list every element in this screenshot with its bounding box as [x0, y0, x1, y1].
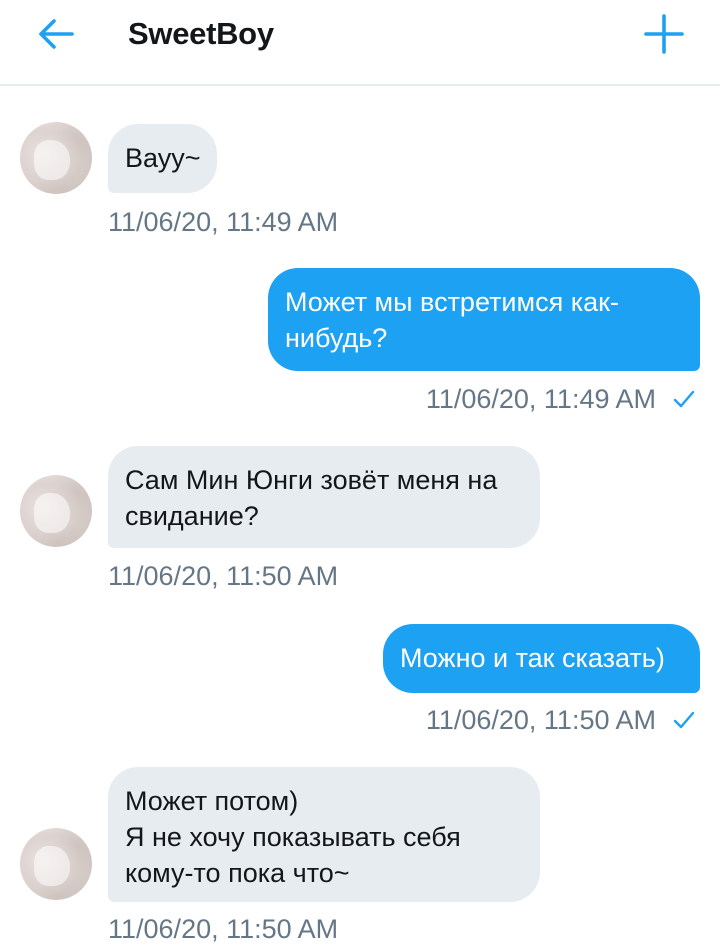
back-arrow-icon[interactable] — [34, 12, 78, 56]
message-timestamp: 11/06/20, 11:49 AM — [425, 384, 656, 414]
message-timestamp: 11/06/20, 11:50 AM — [108, 561, 339, 591]
message-bubble-incoming[interactable]: Сам Мин Юнги зовёт меня на свидание? — [108, 446, 540, 548]
conversation-header: SweetBoy — [0, 0, 720, 86]
message-bubble-outgoing[interactable]: Может мы встретимся как- нибудь? — [268, 268, 700, 371]
read-checkmark-icon — [673, 711, 695, 729]
read-checkmark-icon — [673, 390, 695, 408]
message-bubble-incoming[interactable]: Может потом) Я не хочу показывать себя к… — [108, 767, 540, 902]
contact-avatar[interactable] — [20, 475, 92, 547]
contact-avatar[interactable] — [20, 122, 92, 194]
plus-icon[interactable] — [640, 10, 688, 58]
message-bubble-outgoing[interactable]: Можно и так сказать) — [383, 624, 700, 693]
message-bubble-incoming[interactable]: Вауу~ — [108, 124, 217, 193]
message-timestamp: 11/06/20, 11:50 AM — [425, 705, 656, 735]
message-timestamp: 11/06/20, 11:49 AM — [108, 207, 339, 237]
message-timestamp: 11/06/20, 11:50 AM — [108, 914, 339, 944]
conversation-title[interactable]: SweetBoy — [128, 14, 274, 54]
contact-avatar[interactable] — [20, 828, 92, 900]
